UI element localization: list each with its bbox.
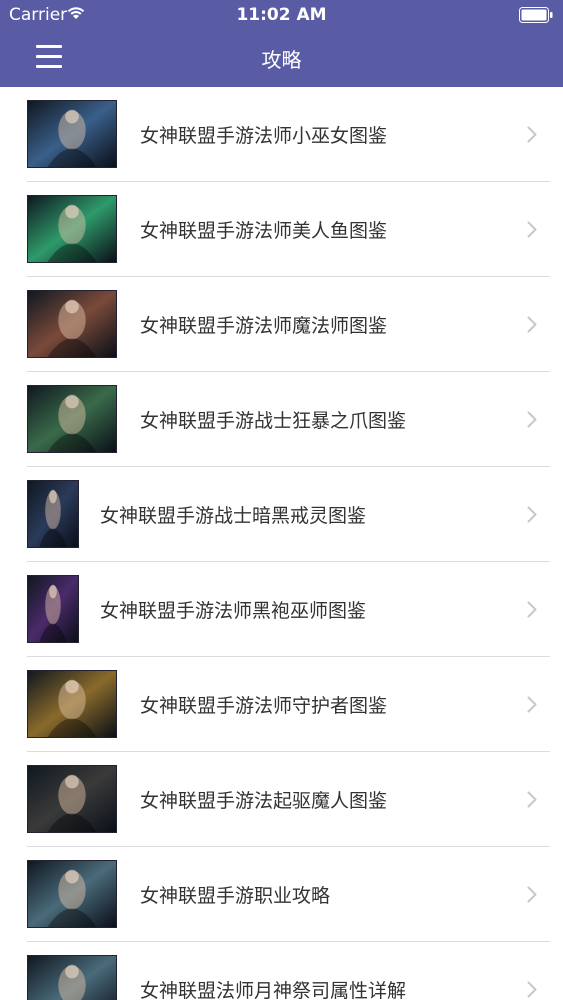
chevron-right-icon bbox=[527, 506, 537, 523]
list-item-label: 女神联盟手游职业攻略 bbox=[140, 885, 331, 907]
battery-icon bbox=[519, 7, 553, 23]
hero-thumbnail bbox=[27, 955, 117, 1000]
list-item[interactable]: 女神联盟手游法师守护者图鉴 bbox=[0, 657, 563, 752]
guide-list: 女神联盟手游法师小巫女图鉴 女神联盟手游法师美人鱼图鉴 女神联盟手游法师魔法师图鉴女… bbox=[0, 87, 563, 1000]
list-item-label: 女神联盟手游法师美人鱼图鉴 bbox=[140, 220, 388, 242]
list-item[interactable]: 女神联盟手游战士狂暴之爪图鉴 bbox=[0, 372, 563, 467]
hero-thumbnail bbox=[27, 575, 79, 643]
list-item[interactable]: 女神联盟法师月神祭司属性详解 bbox=[0, 942, 563, 1000]
top-bar: Carrier 11:02 AM 攻略 bbox=[0, 0, 563, 87]
hero-thumbnail bbox=[27, 290, 117, 358]
list-item[interactable]: 女神联盟手游法师黑袍巫师图鉴 bbox=[0, 562, 563, 657]
chevron-right-icon bbox=[527, 886, 537, 903]
hero-thumbnail bbox=[27, 765, 117, 833]
list-item-label: 女神联盟手游法师小巫女图鉴 bbox=[140, 125, 388, 147]
status-time: 11:02 AM bbox=[236, 5, 327, 25]
status-bar: Carrier 11:02 AM bbox=[0, 0, 563, 30]
hero-thumbnail bbox=[27, 195, 117, 263]
chevron-right-icon bbox=[527, 601, 537, 618]
hero-thumbnail bbox=[27, 100, 117, 168]
chevron-right-icon bbox=[527, 411, 537, 428]
list-item-label: 女神联盟手游战士暗黑戒灵图鉴 bbox=[100, 505, 367, 527]
list-item[interactable]: 女神联盟手游战士暗黑戒灵图鉴 bbox=[0, 467, 563, 562]
chevron-right-icon bbox=[527, 791, 537, 808]
list-item[interactable]: 女神联盟手游法师小巫女图鉴 bbox=[0, 87, 563, 182]
page-title: 攻略 bbox=[261, 48, 302, 72]
hero-thumbnail bbox=[27, 480, 79, 548]
chevron-right-icon bbox=[527, 316, 537, 333]
list-item-label: 女神联盟法师月神祭司属性详解 bbox=[140, 980, 407, 1000]
app-screen: Carrier 11:02 AM 攻略 女神联盟手游法师小巫女图鉴 女神联盟手游法… bbox=[0, 0, 563, 1000]
chevron-right-icon bbox=[527, 126, 537, 143]
list-item-label: 女神联盟手游法起驱魔人图鉴 bbox=[140, 790, 388, 812]
chevron-right-icon bbox=[527, 696, 537, 713]
list-item-label: 女神联盟手游法师守护者图鉴 bbox=[140, 695, 388, 717]
hero-thumbnail bbox=[27, 860, 117, 928]
hero-thumbnail bbox=[27, 670, 117, 738]
list-item[interactable]: 女神联盟手游职业攻略 bbox=[0, 847, 563, 942]
chevron-right-icon bbox=[527, 221, 537, 238]
list-item-label: 女神联盟手游法师魔法师图鉴 bbox=[140, 315, 388, 337]
hero-thumbnail bbox=[27, 385, 117, 453]
list-item[interactable]: 女神联盟手游法起驱魔人图鉴 bbox=[0, 752, 563, 847]
navigation-bar: 攻略 bbox=[0, 30, 563, 87]
list-item-label: 女神联盟手游战士狂暴之爪图鉴 bbox=[140, 410, 407, 432]
list-item[interactable]: 女神联盟手游法师美人鱼图鉴 bbox=[0, 182, 563, 277]
list-item[interactable]: 女神联盟手游法师魔法师图鉴 bbox=[0, 277, 563, 372]
list-item-label: 女神联盟手游法师黑袍巫师图鉴 bbox=[100, 600, 367, 622]
chevron-right-icon bbox=[527, 981, 537, 998]
